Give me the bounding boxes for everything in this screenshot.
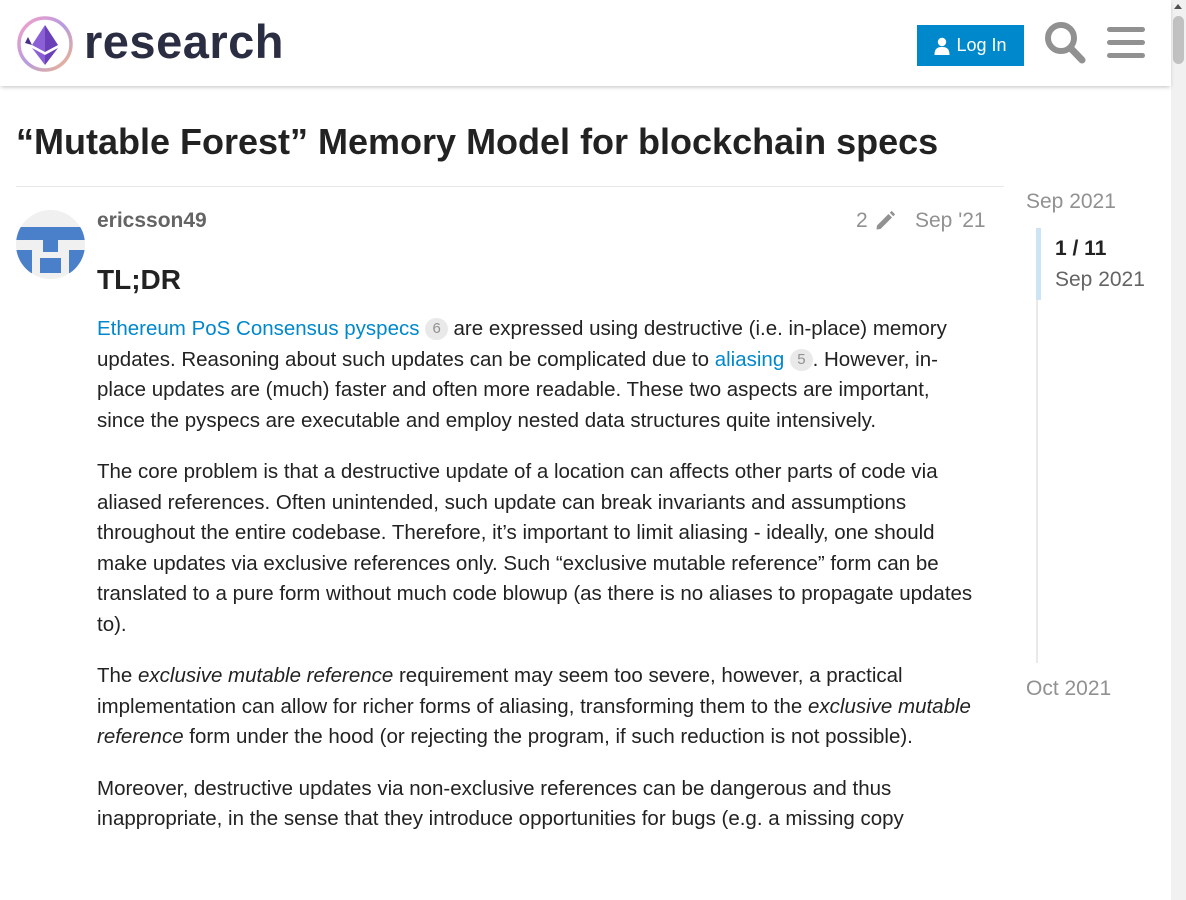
edit-count: 2 [856,209,868,232]
login-label: Log In [956,35,1007,55]
post-date[interactable]: Sep '21 [915,206,986,236]
post-username[interactable]: ericsson49 [97,206,207,236]
post-heading: TL;DR [97,264,181,295]
pyspecs-link[interactable]: Ethereum PoS Consensus pyspecs [97,317,419,340]
post-body: TL;DR Ethereum PoS Consensus pyspecs 6 ar… [97,262,977,856]
post-paragraph-3: The exclusive mutable reference requirem… [97,664,971,748]
timeline-scroller-handle[interactable] [1036,228,1041,300]
timeline-current-date: Sep 2021 [1055,268,1145,291]
post-paragraph-4: Moreover, destructive updates via non-ex… [97,776,904,831]
timeline-position: 1 / 11 [1055,237,1107,260]
scrollbar-thumb[interactable] [1173,16,1184,64]
link-click-count: 5 [790,348,813,371]
timeline-end-date[interactable]: Oct 2021 [1026,674,1111,704]
edit-history-button[interactable]: 2 [856,206,896,236]
title-divider [16,186,1004,187]
scroll-up-arrow-icon[interactable] [1174,4,1182,9]
post-paragraph-1: Ethereum PoS Consensus pyspecs 6 are expr… [97,317,947,432]
post-paragraph-2: The core problem is that a destructive u… [97,460,973,636]
search-icon[interactable] [1043,20,1087,66]
site-header: research Log In [0,0,1171,86]
user-icon [934,37,950,55]
aliasing-link[interactable]: aliasing [715,348,785,371]
site-name[interactable]: research [84,16,284,68]
topic-title[interactable]: “Mutable Forest” Memory Model for blockc… [16,116,938,168]
site-logo-icon[interactable] [16,15,74,73]
hamburger-menu-icon[interactable] [1106,24,1146,62]
page-scrollbar[interactable] [1171,0,1186,900]
login-button[interactable]: Log In [917,25,1024,66]
avatar[interactable] [16,210,85,279]
timeline-start-date[interactable]: Sep 2021 [1026,187,1116,217]
link-click-count: 6 [425,318,448,340]
pencil-icon [876,210,895,230]
